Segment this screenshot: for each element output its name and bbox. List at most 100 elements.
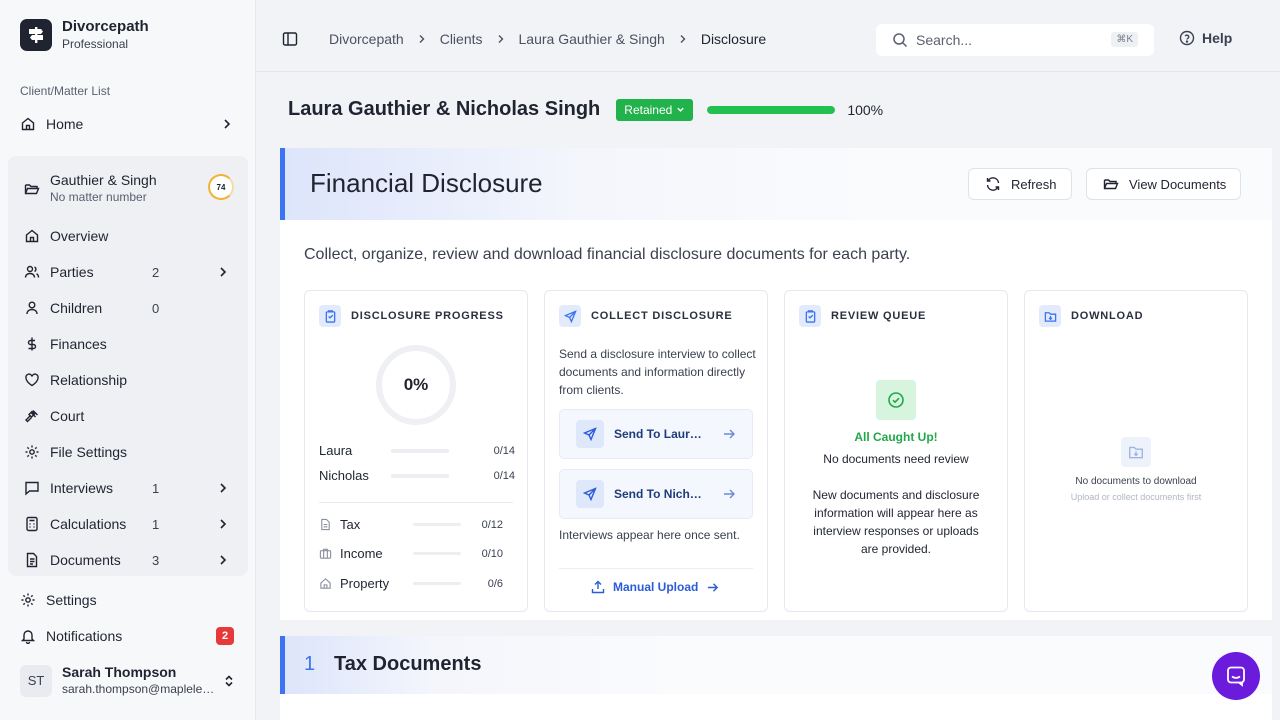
nav-notifications-label: Notifications [46, 628, 123, 644]
financial-disclosure-panel: Financial Disclosure Refresh View Docume… [280, 148, 1272, 620]
search-placeholder: Search... [916, 32, 973, 48]
sidebar-item-calculations[interactable]: Calculations 1 [20, 509, 238, 539]
chevron-down-icon [677, 107, 685, 112]
user-menu[interactable]: ST Sarah Thompson sarah.thompson@maplele… [20, 664, 240, 697]
sidebar-item-overview[interactable]: Overview [20, 221, 238, 251]
upload-icon [591, 580, 605, 594]
sidebar-item-label: Overview [50, 228, 109, 244]
documents-count: 3 [152, 552, 160, 568]
category-name: Income [340, 546, 383, 561]
sidebar-item-label: Relationship [50, 372, 128, 388]
message-square-icon [25, 481, 39, 496]
party-progress-bar [391, 473, 449, 478]
disclosure-description: Collect, organize, review and download f… [304, 246, 911, 263]
review-queue-card: REVIEW QUEUE All Caught Up! No documents… [784, 290, 1008, 612]
nav-notifications[interactable]: Notifications 2 [16, 620, 244, 652]
arrow-right-icon [708, 582, 719, 592]
brand[interactable]: Divorcepath Professional [20, 18, 149, 52]
sidebar: Divorcepath Professional Client/Matter L… [0, 0, 256, 720]
send-to-nicholas-button[interactable]: Send To Nicholas Singh [559, 469, 753, 519]
chevron-right-icon [220, 483, 227, 493]
sidebar-item-documents[interactable]: Documents 3 [20, 545, 238, 575]
home-icon [320, 578, 331, 589]
category-progress-property: Property 0/6 [319, 576, 503, 591]
send-to-laura-label: Send To Laura Gauthier [614, 427, 706, 441]
download-empty: No documents to download [1075, 476, 1197, 487]
review-status: All Caught Up! [854, 430, 938, 444]
help-label: Help [1202, 30, 1233, 46]
client-header: Laura Gauthier & Nicholas Singh Retained… [288, 98, 883, 121]
review-status-sub: No documents need review [823, 452, 969, 466]
bell-icon [20, 630, 36, 644]
party-progress-count: 0/14 [493, 444, 515, 457]
user-email: sarah.thompson@mapleleaflaw.ca [62, 682, 218, 696]
manual-upload-button[interactable]: Manual Upload [591, 580, 719, 594]
interviews-count: 1 [152, 480, 160, 496]
breadcrumb-divorcepath[interactable]: Divorcepath [329, 31, 404, 47]
category-name: Tax [340, 517, 361, 532]
sidebar-item-finances[interactable]: Finances [20, 329, 238, 359]
send-icon [576, 420, 604, 448]
matter-number: No matter number [50, 190, 147, 204]
matter-panel: Gauthier & Singh No matter number 74 Ove… [8, 156, 248, 576]
parties-count: 2 [152, 264, 160, 280]
sidebar-item-parties[interactable]: Parties 2 [20, 257, 238, 287]
chevron-right-icon [419, 35, 425, 43]
search-input[interactable]: Search... ⌘K [876, 24, 1154, 56]
calculations-count: 1 [152, 516, 160, 532]
refresh-button[interactable]: Refresh [968, 168, 1072, 200]
nav-home[interactable]: Home [16, 108, 244, 140]
category-progress-bar [413, 523, 461, 526]
chevron-right-icon [224, 119, 231, 129]
party-progress-bar [391, 448, 449, 453]
sidebar-item-file-settings[interactable]: File Settings [20, 437, 238, 467]
brand-tier: Professional [62, 37, 129, 51]
progress-ring: 0% [376, 345, 456, 425]
chevron-right-icon [220, 555, 227, 565]
card-title: REVIEW QUEUE [831, 310, 927, 322]
tax-documents-section: 1 Tax Documents [280, 636, 1272, 720]
refresh-label: Refresh [1011, 176, 1057, 192]
heart-icon [25, 373, 39, 387]
category-progress-count: 0/6 [487, 577, 503, 590]
topbar: Divorcepath Clients Laura Gauthier & Sin… [256, 0, 1280, 72]
chevron-right-icon [680, 35, 686, 43]
section-label: Client/Matter List [20, 84, 111, 98]
children-count: 0 [152, 300, 160, 316]
sidebar-item-label: Finances [50, 336, 107, 352]
file-text-icon [321, 518, 330, 531]
client-progress-label: 100% [847, 101, 884, 118]
collect-description: Send a disclosure interview to collect d… [559, 347, 756, 397]
status-dropdown[interactable]: Retained [616, 98, 694, 121]
section-number: 1 [304, 653, 316, 675]
chat-launcher-button[interactable] [1212, 652, 1260, 700]
breadcrumb-clients[interactable]: Clients [440, 31, 483, 47]
help-button[interactable]: Help [1179, 30, 1232, 46]
nav-settings[interactable]: Settings [16, 584, 244, 616]
clipboard-check-icon [799, 305, 821, 327]
folder-open-icon [24, 184, 40, 195]
send-to-laura-button[interactable]: Send To Laura Gauthier [559, 409, 753, 459]
breadcrumb-client[interactable]: Laura Gauthier & Singh [519, 31, 665, 47]
sidebar-item-children[interactable]: Children 0 [20, 293, 238, 323]
sidebar-item-interviews[interactable]: Interviews 1 [20, 473, 238, 503]
user-icon [26, 301, 38, 315]
home-icon [21, 117, 35, 131]
folder-down-icon [1121, 437, 1151, 467]
sidebar-item-relationship[interactable]: Relationship [20, 365, 238, 395]
check-circle-icon [876, 380, 916, 420]
client-name: Laura Gauthier & Nicholas Singh [288, 98, 601, 120]
nav-settings-label: Settings [46, 592, 97, 608]
matter-header[interactable]: Gauthier & Singh No matter number [24, 172, 157, 205]
category-progress-income: Income 0/10 [319, 546, 503, 561]
home-icon [25, 229, 39, 243]
category-progress-tax: Tax 0/12 [319, 517, 503, 532]
client-progress-fill [707, 105, 836, 114]
category-progress-count: 0/12 [481, 518, 503, 531]
sidebar-item-court[interactable]: Court [20, 401, 238, 431]
send-icon [576, 480, 604, 508]
send-to-nicholas-label: Send To Nicholas Singh [614, 487, 706, 501]
view-documents-label: View Documents [1129, 176, 1227, 192]
sidebar-toggle-icon[interactable] [282, 31, 298, 47]
view-documents-button[interactable]: View Documents [1086, 168, 1242, 200]
